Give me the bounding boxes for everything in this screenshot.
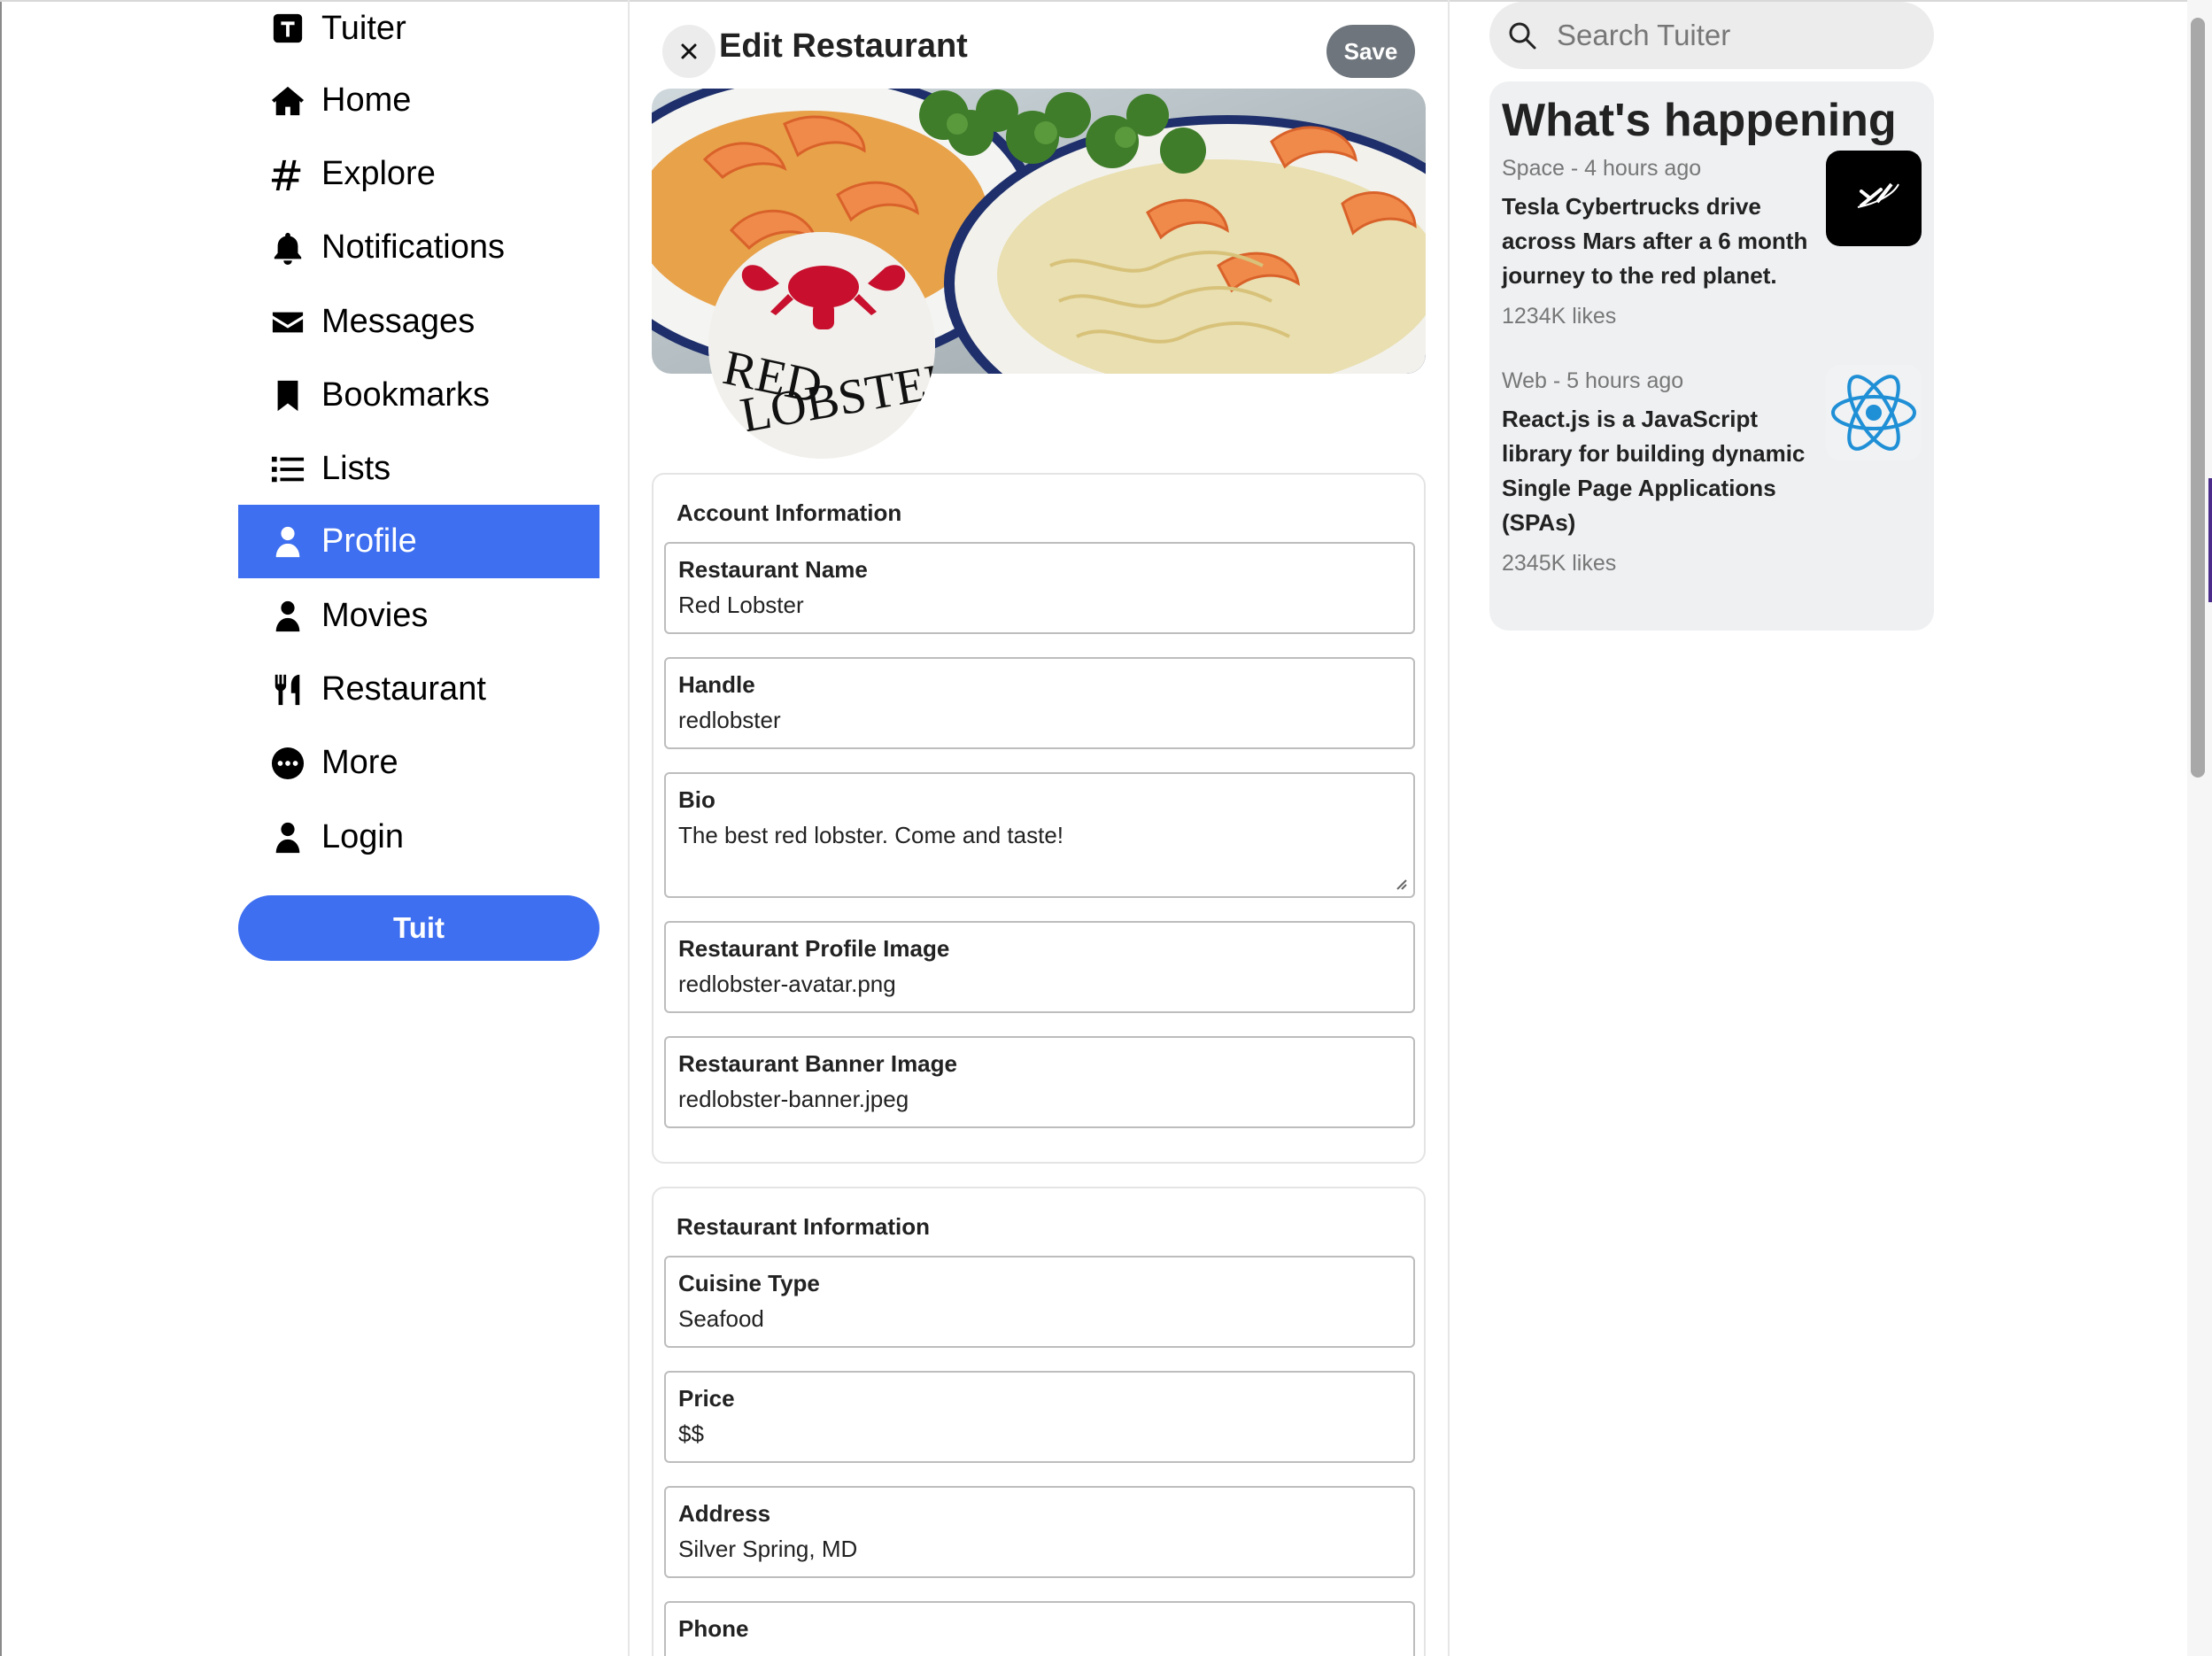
ellipsis-circle-icon xyxy=(270,746,306,781)
sidebar-item-label: Messages xyxy=(321,303,476,340)
sidebar-item-movies[interactable]: Movies xyxy=(238,579,599,653)
restaurant-avatar: RED LOBSTER xyxy=(708,232,935,459)
tuit-button[interactable]: Tuit xyxy=(238,895,599,961)
sidebar-item-label: Restaurant xyxy=(321,670,486,708)
sidebar-item-messages[interactable]: Messages xyxy=(238,285,599,359)
sidebar-item-label: Home xyxy=(321,81,412,119)
trend-likes: 2345K likes xyxy=(1502,551,1617,576)
user-icon xyxy=(270,599,306,634)
window-edge xyxy=(0,0,2,1656)
address-field[interactable]: Address Silver Spring, MD xyxy=(664,1486,1415,1578)
bookmark-icon xyxy=(270,378,306,414)
resize-handle-icon[interactable] xyxy=(1392,875,1408,891)
sidebar-item-login[interactable]: Login xyxy=(238,801,599,874)
field-label: Cuisine Type xyxy=(678,1270,820,1296)
field-value[interactable]: Seafood xyxy=(678,1305,764,1333)
price-field[interactable]: Price $$ xyxy=(664,1371,1415,1463)
page-scrollbar[interactable] xyxy=(2187,0,2212,1656)
field-label: Restaurant Profile Image xyxy=(678,935,950,962)
handle-field[interactable]: Handle redlobster xyxy=(664,657,1415,749)
sidebar-item-home[interactable]: Home xyxy=(238,64,599,137)
sidebar-item-label: Notifications xyxy=(321,228,505,266)
sidebar-item-profile[interactable]: Profile xyxy=(238,505,599,578)
phone-field[interactable]: Phone xyxy=(664,1601,1415,1656)
trend-item[interactable]: Space - 4 hours ago Tesla Cybertrucks dr… xyxy=(1502,151,1922,329)
trend-item[interactable]: Web - 5 hours ago React.js is a JavaScri… xyxy=(1502,365,1922,577)
list-icon xyxy=(270,452,306,487)
trend-text: Tesla Cybertrucks drive across Mars afte… xyxy=(1502,193,1808,289)
field-value[interactable]: Silver Spring, MD xyxy=(678,1536,857,1563)
cuisine-type-field[interactable]: Cuisine Type Seafood xyxy=(664,1256,1415,1348)
sidebar-brand-label: Tuiter xyxy=(321,9,406,47)
tuiter-logo-icon xyxy=(270,11,306,46)
field-label: Price xyxy=(678,1385,735,1412)
sidebar-item-explore[interactable]: Explore xyxy=(238,137,599,211)
restaurant-information-card: Restaurant Information Cuisine Type Seaf… xyxy=(652,1187,1426,1656)
sidebar-item-bookmarks[interactable]: Bookmarks xyxy=(238,359,599,432)
scrollbar-thumb[interactable] xyxy=(2191,18,2205,778)
close-button[interactable] xyxy=(662,25,715,78)
section-title: Restaurant Information xyxy=(677,1213,931,1240)
sidebar-item-restaurant[interactable]: Restaurant xyxy=(238,653,599,726)
field-label: Phone xyxy=(678,1615,749,1642)
sidebar-item-label: Login xyxy=(321,818,404,855)
field-value[interactable]: redlobster xyxy=(678,707,781,734)
sidebar-brand[interactable]: Tuiter xyxy=(238,0,599,57)
field-label: Handle xyxy=(678,671,755,698)
sidebar-item-label: Bookmarks xyxy=(321,376,491,414)
home-icon xyxy=(270,83,306,119)
field-label: Address xyxy=(678,1500,771,1527)
close-icon xyxy=(681,43,697,59)
spacex-logo-icon xyxy=(1826,151,1922,246)
whats-happening-panel: What's happening Space - 4 hours ago Tes… xyxy=(1489,81,1934,631)
profile-image-field[interactable]: Restaurant Profile Image redlobster-avat… xyxy=(664,921,1415,1013)
column-divider xyxy=(1448,0,1450,1656)
sidebar-item-notifications[interactable]: Notifications xyxy=(238,211,599,284)
window-edge-accent xyxy=(2208,478,2212,602)
panel-title: What's happening xyxy=(1502,95,1897,146)
field-label: Restaurant Name xyxy=(678,556,868,583)
sidebar-item-label: Movies xyxy=(321,597,429,634)
search-input[interactable] xyxy=(1557,19,1911,52)
banner-image-field[interactable]: Restaurant Banner Image redlobster-banne… xyxy=(664,1036,1415,1128)
trend-text: React.js is a JavaScript library for bui… xyxy=(1502,406,1806,536)
trend-likes: 1234K likes xyxy=(1502,304,1617,329)
utensils-icon xyxy=(270,672,306,708)
react-logo-icon xyxy=(1826,365,1922,460)
sidebar-item-label: Lists xyxy=(321,450,391,487)
field-value[interactable]: Red Lobster xyxy=(678,592,804,619)
sidebar-item-label: Explore xyxy=(321,155,436,192)
envelope-icon xyxy=(270,305,306,340)
field-label: Restaurant Banner Image xyxy=(678,1050,957,1077)
column-divider xyxy=(628,0,630,1656)
bell-icon xyxy=(270,230,306,266)
hashtag-icon xyxy=(270,157,306,192)
search-bar[interactable] xyxy=(1489,2,1934,69)
user-icon xyxy=(270,524,306,560)
field-label: Bio xyxy=(678,786,715,813)
field-value[interactable]: redlobster-avatar.png xyxy=(678,971,896,998)
sidebar-item-lists[interactable]: Lists xyxy=(238,432,599,506)
sidebar-item-more[interactable]: More xyxy=(238,726,599,800)
sidebar-item-label: Profile xyxy=(321,522,417,560)
field-value[interactable]: The best red lobster. Come and taste! xyxy=(678,822,1063,849)
account-information-card: Account Information Restaurant Name Red … xyxy=(652,473,1426,1164)
field-value[interactable]: $$ xyxy=(678,1420,704,1448)
field-value[interactable]: redlobster-banner.jpeg xyxy=(678,1086,909,1113)
save-button[interactable]: Save xyxy=(1326,25,1415,78)
page-title: Edit Restaurant xyxy=(719,27,968,65)
sidebar-item-label: More xyxy=(321,744,398,781)
search-icon xyxy=(1509,22,1536,50)
bio-field[interactable]: Bio The best red lobster. Come and taste… xyxy=(664,772,1415,898)
section-title: Account Information xyxy=(677,499,902,526)
restaurant-name-field[interactable]: Restaurant Name Red Lobster xyxy=(664,542,1415,634)
user-icon xyxy=(270,820,306,855)
